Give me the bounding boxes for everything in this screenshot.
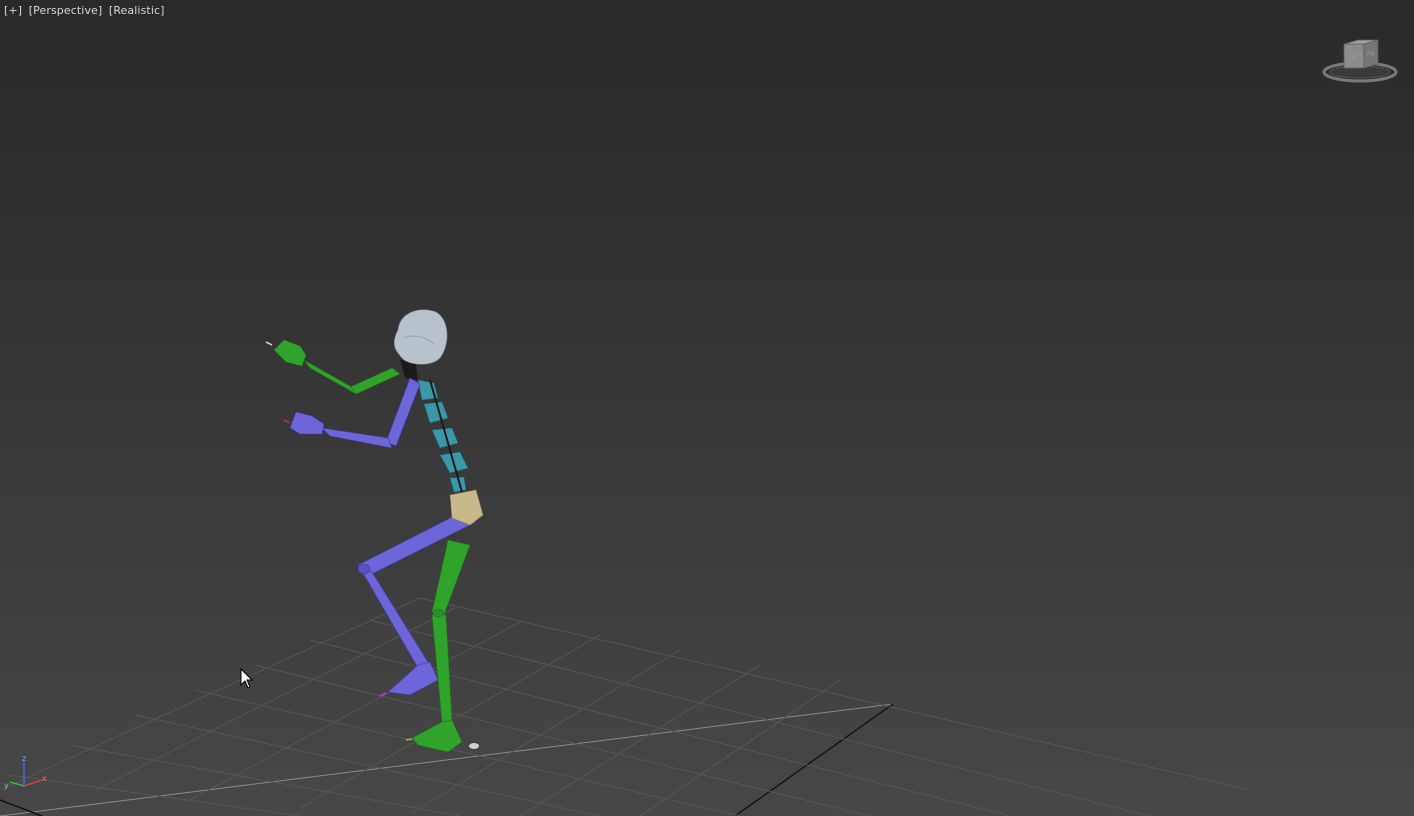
axis-y-label: y	[4, 781, 9, 790]
perspective-viewport[interactable]: [+] [Perspective] [Realistic] LEFT FR z …	[0, 0, 1414, 816]
right-foot-footstep	[469, 743, 479, 749]
viewcube-icon[interactable]: LEFT FR	[1322, 34, 1402, 86]
viewport-shading-menu[interactable]: [Realistic]	[109, 4, 165, 17]
left-arm[interactable]	[265, 339, 401, 395]
axis-x-label: x	[42, 774, 47, 783]
viewcube-face-front[interactable]: FR	[1367, 51, 1375, 58]
viewport-point-of-view-menu[interactable]: [Perspective]	[29, 4, 103, 17]
head[interactable]	[393, 309, 448, 365]
spine[interactable]	[417, 379, 469, 493]
axis-z-label: z	[22, 754, 26, 763]
right-toe-marker	[405, 738, 413, 741]
biped-skeleton[interactable]	[265, 309, 484, 753]
viewport-label-menu: [+] [Perspective] [Realistic]	[4, 4, 168, 17]
scene-canvas[interactable]	[0, 0, 1414, 816]
left-leg[interactable]	[357, 511, 477, 696]
mouse-cursor-icon	[240, 668, 254, 689]
left-toe-marker	[379, 692, 387, 697]
viewcube-face-left[interactable]: LEFT	[1348, 54, 1362, 61]
home-grid	[0, 597, 1251, 816]
axis-tripod-icon: z x y	[4, 754, 47, 790]
viewport-general-menu[interactable]: [+]	[4, 4, 22, 17]
right-leg[interactable]	[411, 539, 471, 753]
